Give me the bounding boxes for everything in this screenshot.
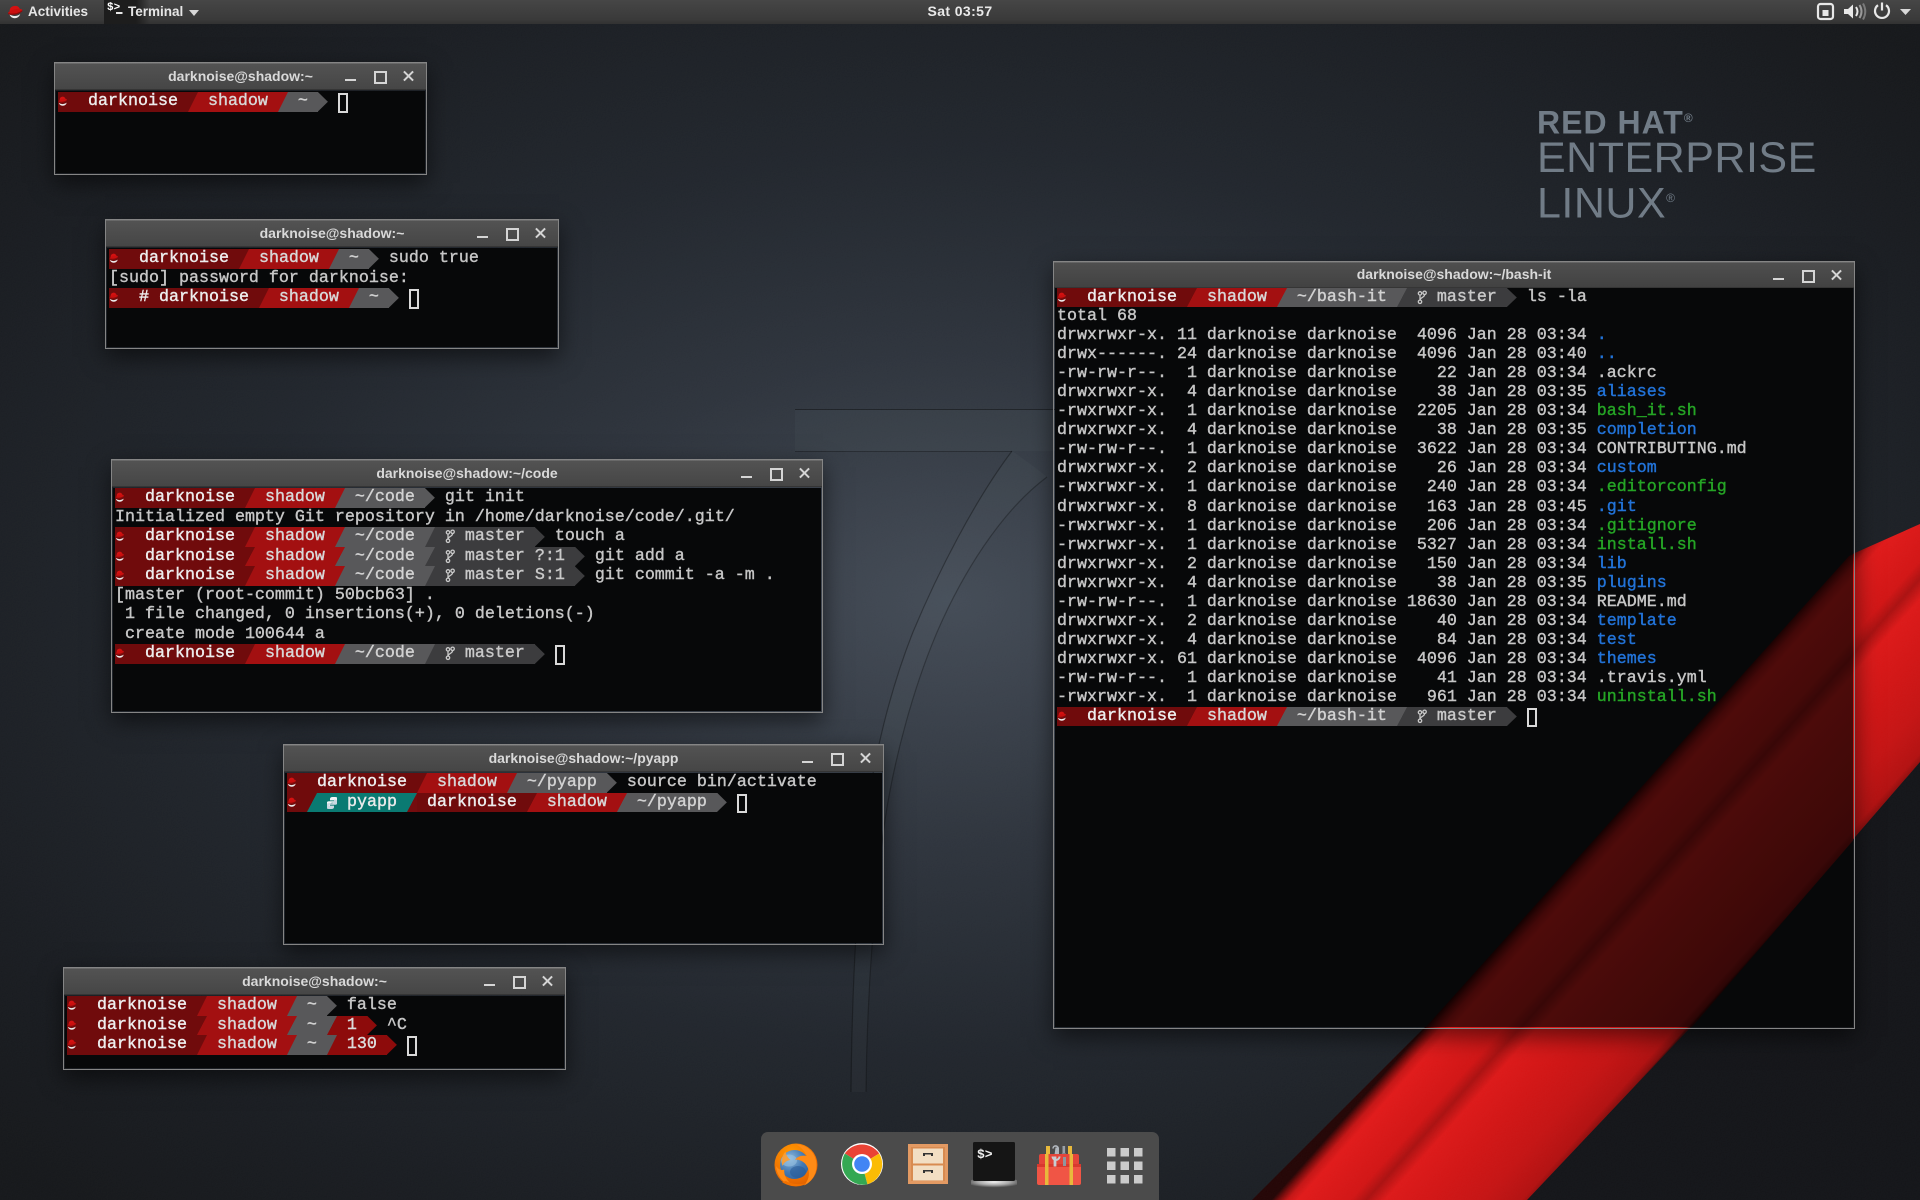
svg-text:$>: $> <box>977 1147 993 1162</box>
